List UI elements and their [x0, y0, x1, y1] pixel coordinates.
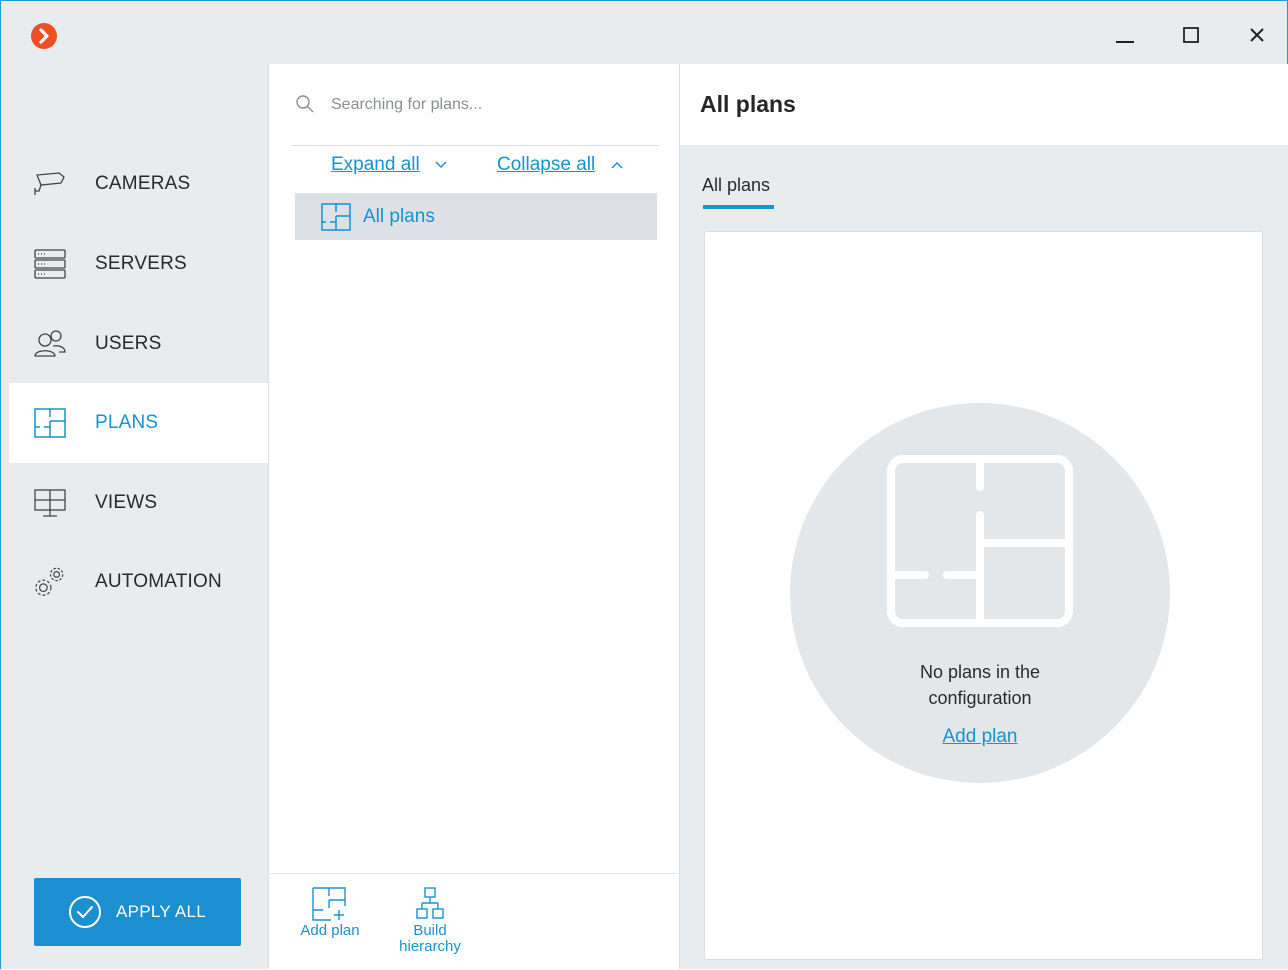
empty-message-line-2: configuration: [928, 688, 1032, 708]
app-window: CAMERAS SERVERS USERS PLANS VIEWS AUTOMA…: [0, 0, 1288, 969]
plans-tree-panel: Expand all Collapse all All plans Add pl…: [268, 64, 680, 969]
floor-plan-icon: [887, 455, 1073, 627]
sidebar-item-plans[interactable]: PLANS: [9, 383, 268, 463]
search-input[interactable]: [331, 92, 651, 118]
expand-all-link[interactable]: Expand all: [331, 154, 420, 176]
build-hierarchy-label: hierarchy: [399, 938, 461, 955]
sidebar-item-label: CAMERAS: [95, 173, 191, 194]
close-button[interactable]: [1237, 17, 1277, 53]
minimize-icon: [1116, 41, 1134, 43]
users-icon: [33, 327, 67, 361]
sidebar-item-label: USERS: [95, 333, 162, 354]
plans-toolbar: Add plan Build hierarchy: [269, 873, 679, 969]
add-plan-label: Add plan: [300, 922, 360, 939]
active-tab-indicator: [703, 205, 774, 209]
sidebar-item-automation[interactable]: AUTOMATION: [9, 542, 268, 622]
app-logo-icon: [31, 23, 57, 49]
tree-item-all-plans[interactable]: All plans: [295, 193, 657, 240]
title-bar: [1, 1, 1287, 64]
sidebar-item-cameras[interactable]: CAMERAS: [9, 144, 268, 224]
sidebar-item-users[interactable]: USERS: [9, 304, 268, 384]
chevron-down-icon: [435, 161, 447, 169]
tree-item-label: All plans: [363, 206, 435, 227]
hierarchy-icon: [416, 887, 444, 919]
empty-message-line-1: No plans in the: [919, 662, 1041, 682]
collapse-all-link[interactable]: Collapse all: [497, 154, 595, 176]
maximize-button[interactable]: [1171, 17, 1211, 53]
sidebar-item-servers[interactable]: SERVERS: [9, 224, 268, 304]
sidebar-item-label: PLANS: [95, 412, 159, 433]
content-header: All plans: [680, 64, 1288, 145]
check-circle-icon: [69, 896, 101, 928]
apply-all-label: APPLY ALL: [116, 902, 206, 921]
chevron-up-icon: [611, 161, 623, 169]
sidebar-item-label: AUTOMATION: [95, 571, 222, 592]
search-bar: [291, 82, 659, 146]
plans-card: No plans in the configuration Add plan: [704, 231, 1263, 960]
build-hierarchy-button[interactable]: Build hierarchy: [389, 874, 471, 970]
search-icon: [296, 95, 314, 113]
empty-state: No plans in the configuration Add plan: [790, 403, 1170, 783]
add-plan-icon: [312, 887, 346, 921]
content-area: All plans All plans No plans in the conf…: [680, 64, 1288, 969]
views-icon: [33, 486, 67, 520]
gears-icon: [33, 565, 67, 599]
add-plan-link[interactable]: Add plan: [790, 726, 1170, 748]
apply-all-button[interactable]: APPLY ALL: [34, 878, 241, 946]
plan-icon: [321, 203, 351, 231]
minimize-button[interactable]: [1105, 17, 1145, 53]
server-icon: [33, 247, 67, 281]
sidebar-item-label: VIEWS: [95, 492, 158, 513]
tab-all-plans[interactable]: All plans: [702, 175, 770, 196]
plan-icon: [33, 406, 67, 440]
build-hierarchy-label: Build: [413, 922, 447, 939]
sidebar: CAMERAS SERVERS USERS PLANS VIEWS AUTOMA…: [1, 64, 268, 969]
sidebar-item-views[interactable]: VIEWS: [9, 463, 268, 543]
camera-icon: [33, 167, 67, 201]
close-icon: [1250, 28, 1264, 42]
maximize-icon: [1183, 27, 1199, 43]
page-title: All plans: [700, 91, 796, 117]
add-plan-button[interactable]: Add plan: [291, 874, 369, 970]
sidebar-item-label: SERVERS: [95, 253, 187, 274]
